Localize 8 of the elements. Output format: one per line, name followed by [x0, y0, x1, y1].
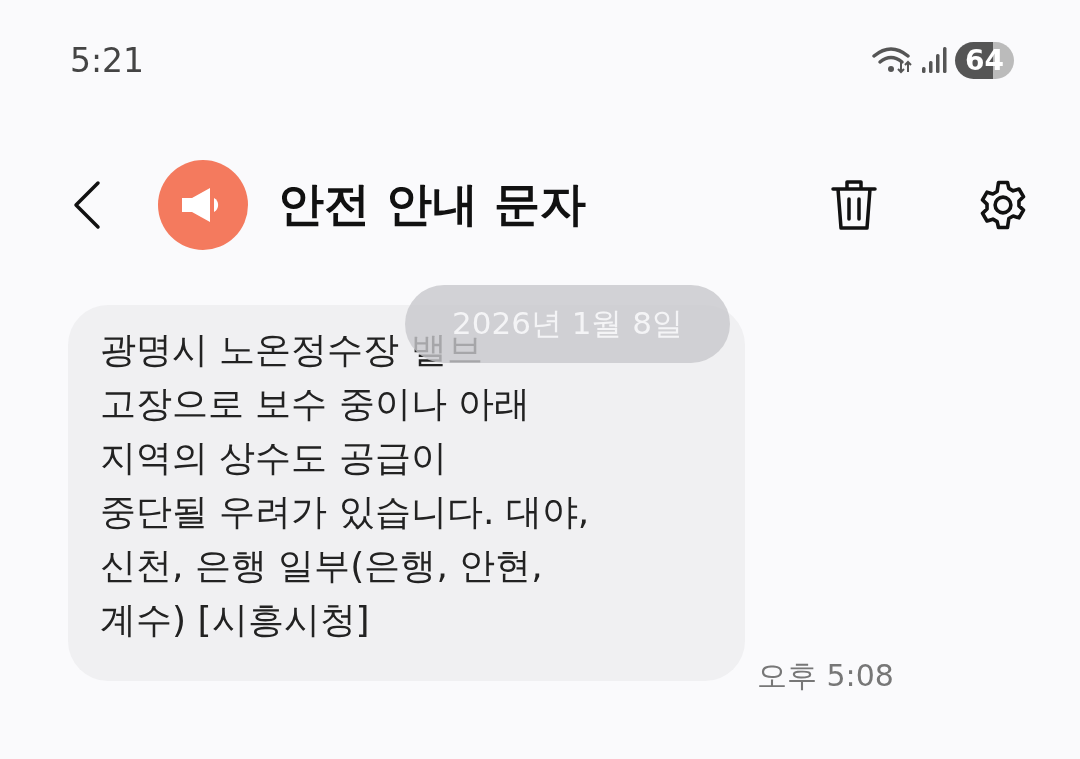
signal-icon: [921, 45, 948, 75]
message-time: 오후 5:08: [757, 657, 894, 695]
status-time: 5:21: [70, 40, 145, 80]
trash-icon[interactable]: [830, 178, 878, 232]
conversation-title: 안전 안내 문자: [278, 176, 587, 233]
megaphone-avatar-icon: [158, 160, 248, 250]
wifi-icon: [871, 45, 914, 75]
back-icon[interactable]: [72, 180, 102, 230]
